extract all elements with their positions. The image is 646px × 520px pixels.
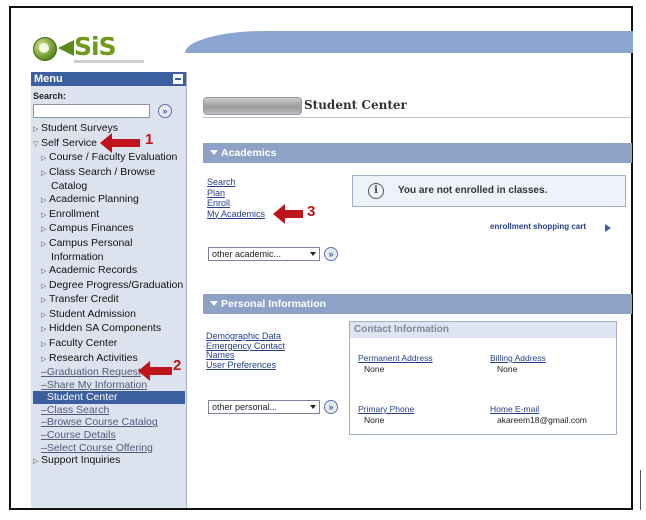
expand-arrow-icon: ▷ bbox=[33, 126, 39, 133]
contact-info-title: Contact Information bbox=[350, 322, 616, 338]
billing-address-link[interactable]: Billing Address bbox=[490, 353, 546, 363]
permanent-address-link[interactable]: Permanent Address bbox=[358, 353, 433, 363]
menu-title: Menu bbox=[34, 73, 63, 85]
expand-arrow-icon: ▷ bbox=[41, 282, 47, 290]
menu-item-browse-course-catalog[interactable]: Browse Course Catalog bbox=[33, 416, 185, 429]
menu-item-student-center[interactable]: Student Center bbox=[33, 391, 185, 404]
chevron-down-icon bbox=[310, 252, 316, 256]
menu-item-campus-finances[interactable]: ▷ Campus Finances bbox=[33, 222, 185, 237]
menu-header: Menu bbox=[31, 72, 186, 86]
info-icon: i bbox=[368, 183, 384, 199]
search-label: Search: bbox=[33, 91, 67, 101]
menu-item-degree-progress[interactable]: ▷ Degree Progress/Graduation bbox=[33, 279, 185, 294]
personal-go-button[interactable]: » bbox=[324, 400, 338, 414]
annotation-arrow-3 bbox=[273, 204, 303, 224]
menu-tree: ▷ Student Surveys ▽ Self Service ▷ Course /… bbox=[33, 122, 185, 469]
personal-links: Demographic Data Emergency Contact Names… bbox=[206, 331, 285, 371]
menu-item-transfer-credit[interactable]: ▷ Transfer Credit bbox=[33, 293, 185, 308]
menu-item-class-search-browse[interactable]: ▷ Class Search / Browse bbox=[33, 166, 185, 181]
annotation-number-1: 1 bbox=[145, 131, 154, 148]
menu-item-academic-planning[interactable]: ▷ Academic Planning bbox=[33, 193, 185, 208]
expand-arrow-icon: ▷ bbox=[41, 196, 47, 204]
menu-item-enrollment[interactable]: ▷ Enrollment bbox=[33, 208, 185, 223]
expand-arrow-icon: ▷ bbox=[41, 267, 47, 275]
expand-arrow-icon: ▷ bbox=[41, 155, 47, 163]
sis-logo: SiS bbox=[74, 32, 117, 61]
title-pill-decoration bbox=[203, 97, 302, 115]
menu-search-input[interactable] bbox=[33, 104, 150, 118]
menu-item-select-course-offering[interactable]: Select Course Offering bbox=[33, 442, 185, 455]
home-email-value: akareem18@gmail.com bbox=[497, 415, 587, 425]
primary-phone-value: None bbox=[364, 415, 385, 425]
menu-item-class-search[interactable]: Class Search bbox=[33, 404, 185, 417]
page-title: Student Center bbox=[304, 98, 407, 112]
collapse-arrow-icon: ▽ bbox=[33, 140, 39, 148]
chevron-down-icon bbox=[310, 405, 316, 409]
expand-arrow-icon: ▷ bbox=[41, 211, 47, 219]
expand-arrow-icon: ▷ bbox=[33, 458, 39, 466]
menu-item-class-search-browse-cont[interactable]: Catalog bbox=[33, 180, 185, 193]
header-banner bbox=[185, 31, 633, 53]
menu-item-hidden-sa[interactable]: ▷ Hidden SA Components bbox=[33, 322, 185, 337]
annotation-arrow-1 bbox=[100, 133, 140, 153]
enrollment-notice: i You are not enrolled in classes. bbox=[352, 175, 626, 207]
expand-arrow-icon: ▷ bbox=[41, 240, 47, 248]
globe-logo-icon bbox=[33, 37, 57, 61]
academic-go-button[interactable]: » bbox=[324, 247, 338, 261]
link-search[interactable]: Search bbox=[207, 177, 265, 188]
notice-text: You are not enrolled in classes. bbox=[398, 185, 548, 196]
menu-item-faculty-center[interactable]: ▷ Faculty Center bbox=[33, 337, 185, 352]
other-academic-select[interactable]: other academic... bbox=[208, 247, 320, 261]
menu-item-course-details[interactable]: Course Details bbox=[33, 429, 185, 442]
permanent-address-value: None bbox=[364, 364, 385, 374]
link-plan[interactable]: Plan bbox=[207, 188, 265, 199]
contact-information-box: Contact Information Permanent Address No… bbox=[349, 321, 617, 435]
billing-address-value: None bbox=[497, 364, 518, 374]
annotation-number-3: 3 bbox=[307, 203, 316, 220]
menu-item-academic-records[interactable]: ▷ Academic Records bbox=[33, 264, 185, 279]
search-go-button[interactable]: » bbox=[158, 104, 172, 118]
menu-item-course-evaluation[interactable]: ▷ Course / Faculty Evaluation bbox=[33, 151, 185, 166]
expand-arrow-icon: ▷ bbox=[41, 311, 47, 319]
arrow-right-icon bbox=[605, 224, 611, 232]
logo-arrow-icon bbox=[58, 40, 74, 56]
menu-item-campus-personal-cont[interactable]: Information bbox=[33, 251, 185, 264]
menu-item-student-admission[interactable]: ▷ Student Admission bbox=[33, 308, 185, 323]
collapse-menu-icon[interactable] bbox=[173, 74, 183, 84]
primary-phone-link[interactable]: Primary Phone bbox=[358, 404, 414, 414]
edge-rule bbox=[640, 470, 641, 510]
link-user-preferences[interactable]: User Preferences bbox=[206, 360, 285, 371]
expand-arrow-icon: ▷ bbox=[41, 355, 47, 363]
menu-item-share-my-information[interactable]: Share My Information bbox=[33, 379, 185, 392]
personal-info-section-header[interactable]: Personal Information bbox=[203, 294, 632, 314]
enrollment-shopping-cart-link[interactable]: enrollment shopping cart bbox=[490, 222, 586, 231]
expand-arrow-icon: ▷ bbox=[41, 169, 47, 177]
annotation-arrow-2 bbox=[138, 361, 172, 381]
logo-tagline bbox=[74, 60, 144, 63]
expand-arrow-icon: ▷ bbox=[41, 297, 47, 305]
title-divider bbox=[203, 117, 631, 118]
expand-arrow-icon: ▷ bbox=[41, 326, 47, 334]
academics-links: Search Plan Enroll My Academics bbox=[207, 177, 265, 219]
expand-arrow-icon: ▷ bbox=[41, 340, 47, 348]
menu-item-campus-personal[interactable]: ▷ Campus Personal bbox=[33, 237, 185, 252]
academics-section-header[interactable]: Academics bbox=[203, 143, 632, 163]
expand-arrow-icon: ▷ bbox=[41, 226, 47, 234]
annotation-number-2: 2 bbox=[173, 357, 182, 374]
link-my-academics[interactable]: My Academics bbox=[207, 209, 265, 220]
menu-item-support-inquiries[interactable]: ▷ Support Inquiries bbox=[33, 454, 185, 469]
link-enroll[interactable]: Enroll bbox=[207, 198, 265, 209]
home-email-link[interactable]: Home E-mail bbox=[490, 404, 539, 414]
other-personal-select[interactable]: other personal... bbox=[208, 400, 320, 414]
